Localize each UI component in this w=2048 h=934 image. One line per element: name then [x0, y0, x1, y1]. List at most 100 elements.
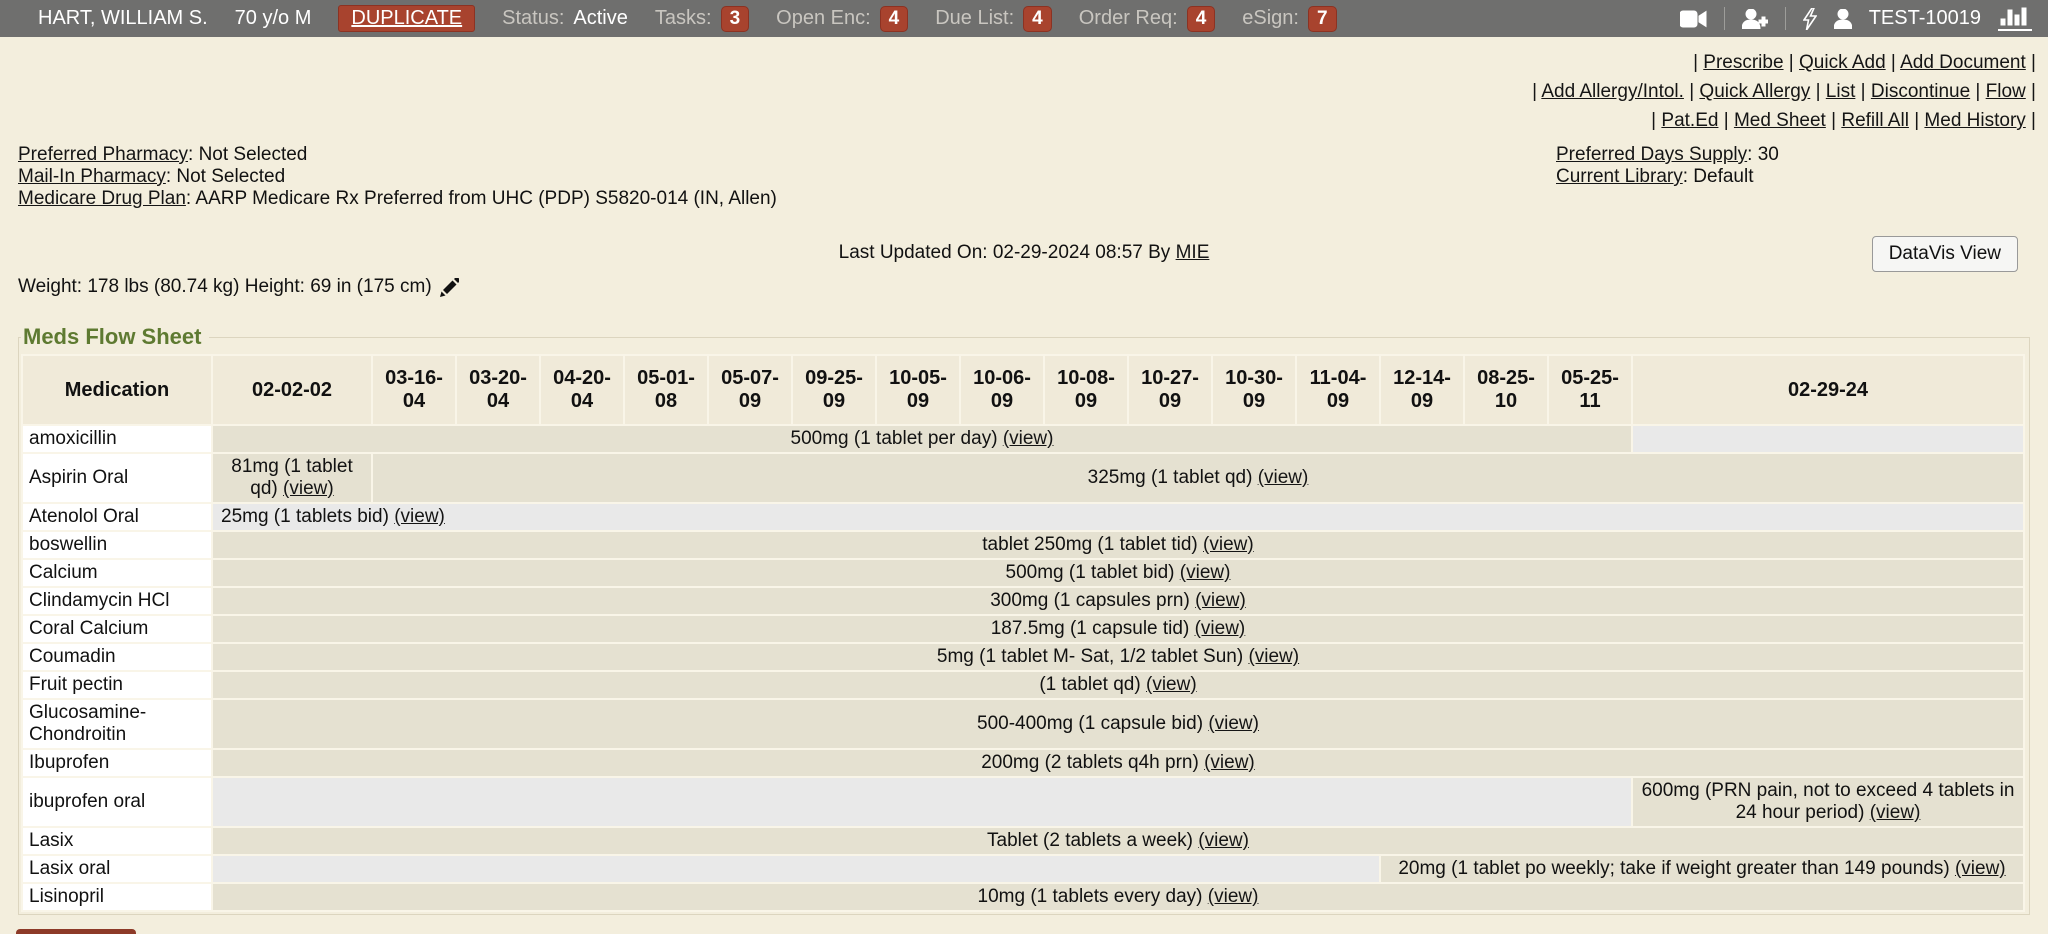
counter-label: Tasks: [655, 7, 712, 30]
column-header: 03-16- 04 [372, 355, 456, 425]
quick-link-quick-add[interactable]: Quick Add [1799, 52, 1886, 73]
counter-badge[interactable]: 4 [1187, 6, 1216, 32]
lightning-icon[interactable] [1803, 8, 1817, 30]
view-link[interactable]: (view) [1003, 428, 1054, 449]
rx-settings-info: Preferred Days Supply: 30Current Library… [1556, 144, 2030, 188]
med-dose-text: 500mg (1 tablet bid) [1006, 562, 1175, 583]
med-value-cell [1632, 425, 2024, 453]
quick-link-add-allergy-intol-[interactable]: Add Allergy/Intol. [1541, 81, 1684, 102]
info-label-link[interactable]: Mail-In Pharmacy [18, 166, 166, 187]
add-person-icon[interactable] [1742, 9, 1768, 29]
last-updated-by-link[interactable]: MIE [1176, 242, 1210, 263]
view-link[interactable]: (view) [1146, 674, 1197, 695]
med-dose-text: 10mg (1 tablets every day) [978, 886, 1203, 907]
view-link[interactable]: (view) [283, 478, 334, 499]
counter-label: Open Enc: [776, 7, 871, 30]
counter-badge[interactable]: 4 [1023, 6, 1052, 32]
system-id[interactable]: TEST-10019 [1869, 7, 1981, 30]
counter-badge[interactable]: 7 [1308, 6, 1337, 32]
meds-flow-sheet-title: Meds Flow Sheet [21, 324, 209, 350]
medication-name-cell: Lasix oral [22, 855, 212, 883]
table-row: Aspirin Oral81mg (1 tablet qd) (view)325… [22, 453, 2024, 503]
med-dose-text: 5mg (1 tablet M- Sat, 1/2 tablet Sun) [937, 646, 1243, 667]
medication-name-cell: boswellin [22, 531, 212, 559]
counter-label: eSign: [1242, 7, 1299, 30]
quick-links: | Prescribe | Quick Add | Add Document |… [0, 37, 2048, 135]
view-link[interactable]: (view) [1203, 534, 1254, 555]
quick-link-pat-ed[interactable]: Pat.Ed [1661, 110, 1718, 131]
view-link[interactable]: (view) [1258, 467, 1309, 488]
view-link[interactable]: (view) [1208, 713, 1259, 734]
table-row: boswellin tablet 250mg (1 tablet tid) (vi… [22, 531, 2024, 559]
vitals-text: Weight: 178 lbs (80.74 kg) Height: 69 in… [18, 276, 432, 298]
table-row: Lasix oral 20mg (1 tablet po weekly; take… [22, 855, 2024, 883]
med-dose-text: 600mg (PRN pain, not to exceed 4 tablets… [1642, 780, 2015, 823]
info-label-link[interactable]: Medicare Drug Plan [18, 188, 186, 209]
duplicate-badge[interactable]: DUPLICATE [338, 5, 475, 32]
counter: Order Req: 4 [1079, 6, 1216, 32]
view-link[interactable]: (view) [1180, 562, 1231, 583]
bar-chart-icon[interactable] [1998, 6, 2032, 31]
header-row: Medication02-02-0203-16- 0403-20- 0404-2… [22, 355, 2024, 425]
column-header: 03-20- 04 [456, 355, 540, 425]
medication-name-cell: Aspirin Oral [22, 453, 212, 503]
column-header: 12-14- 09 [1380, 355, 1464, 425]
quick-links-row: | Add Allergy/Intol. | Quick Allergy | L… [0, 77, 2036, 106]
column-header: 04-20- 04 [540, 355, 624, 425]
med-value-cell: Tablet (2 tablets a week) (view) [212, 827, 2024, 855]
video-camera-icon[interactable] [1680, 10, 1707, 28]
info-value: : Default [1683, 166, 1754, 187]
med-value-cell: 325mg (1 tablet qd) (view) [372, 453, 2024, 503]
quick-links-row: | Prescribe | Quick Add | Add Document | [0, 48, 2036, 77]
med-value-cell: 500-400mg (1 capsule bid) (view) [212, 699, 2024, 749]
quick-link-med-history[interactable]: Med History [1924, 110, 2025, 131]
pencil-icon[interactable] [440, 278, 459, 297]
view-link[interactable]: (view) [394, 506, 445, 527]
info-label-link[interactable]: Preferred Pharmacy [18, 144, 188, 165]
datavis-view-button[interactable]: DataVis View [1872, 236, 2018, 272]
info-label-link[interactable]: Preferred Days Supply [1556, 144, 1747, 165]
patient-name: HART, WILLIAM S. [38, 7, 208, 30]
med-dose-text: tablet 250mg (1 tablet tid) [982, 534, 1197, 555]
column-header: 10-06- 09 [960, 355, 1044, 425]
info-line: Preferred Pharmacy: Not Selected [18, 144, 777, 166]
quick-link-med-sheet[interactable]: Med Sheet [1734, 110, 1826, 131]
view-link[interactable]: (view) [1870, 802, 1921, 823]
counter-label: Order Req: [1079, 7, 1178, 30]
counter-badge[interactable]: 4 [880, 6, 909, 32]
medication-name-cell: Ibuprofen [22, 749, 212, 777]
view-link[interactable]: (view) [1195, 618, 1246, 639]
quick-links-row: | Pat.Ed | Med Sheet | Refill All | Med … [0, 106, 2036, 135]
med-value-cell: 600mg (PRN pain, not to exceed 4 tablets… [1632, 777, 2024, 827]
quick-link-list[interactable]: List [1826, 81, 1856, 102]
meds-table: Medication02-02-0203-16- 0403-20- 0404-2… [21, 354, 2025, 912]
separator [1724, 7, 1725, 30]
table-row: Ibuprofen 200mg (2 tablets q4h prn) (view… [22, 749, 2024, 777]
quick-link-discontinue[interactable]: Discontinue [1871, 81, 1970, 102]
column-header: Medication [22, 355, 212, 425]
column-header: 05-01- 08 [624, 355, 708, 425]
quick-link-add-document[interactable]: Add Document [1900, 52, 2026, 73]
info-line: Medicare Drug Plan: AARP Medicare Rx Pre… [18, 188, 777, 210]
quick-link-flow[interactable]: Flow [1986, 81, 2026, 102]
table-row: amoxicillin500mg (1 tablet per day) (vie… [22, 425, 2024, 453]
view-link[interactable]: (view) [1208, 886, 1259, 907]
quick-link-prescribe[interactable]: Prescribe [1703, 52, 1783, 73]
view-link[interactable]: (view) [1198, 830, 1249, 851]
column-header: 09-25- 09 [792, 355, 876, 425]
med-dose-text: 20mg (1 tablet po weekly; take if weight… [1398, 858, 1949, 879]
info-label-link[interactable]: Current Library [1556, 166, 1683, 187]
status-value: Active [573, 7, 627, 30]
view-link[interactable]: (view) [1955, 858, 2006, 879]
counter-badge[interactable]: 3 [721, 6, 750, 32]
quick-link-quick-allergy[interactable]: Quick Allergy [1699, 81, 1810, 102]
info-value: : Not Selected [188, 144, 307, 165]
view-link[interactable]: (view) [1204, 752, 1255, 773]
medication-name-cell: Atenolol Oral [22, 503, 212, 531]
view-link[interactable]: (view) [1248, 646, 1299, 667]
info-line: Mail-In Pharmacy: Not Selected [18, 166, 777, 188]
view-link[interactable]: (view) [1195, 590, 1246, 611]
quick-link-refill-all[interactable]: Refill All [1841, 110, 1909, 131]
user-icon[interactable] [1834, 9, 1852, 29]
med-dose-text: 200mg (2 tablets q4h prn) [981, 752, 1199, 773]
